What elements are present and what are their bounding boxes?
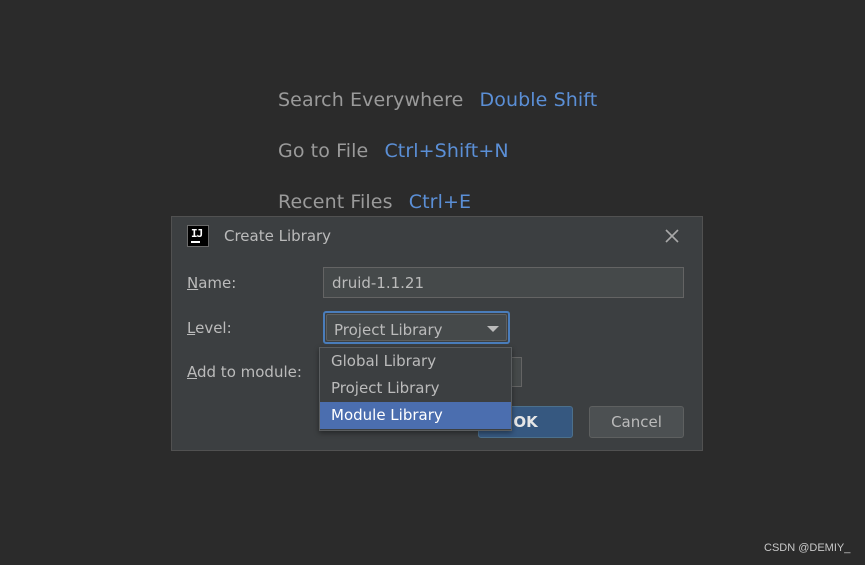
hint-go-to-file: Go to File Ctrl+Shift+N [278, 140, 509, 162]
hint-search-everywhere: Search Everywhere Double Shift [278, 89, 597, 111]
option-module-library[interactable]: Module Library [320, 402, 511, 429]
module-label-text: dd to module: [197, 363, 302, 381]
cancel-button[interactable]: Cancel [589, 406, 684, 438]
hint-recent-files: Recent Files Ctrl+E [278, 191, 471, 213]
close-icon [665, 229, 679, 243]
library-name-input[interactable] [323, 267, 684, 298]
name-mnemonic: N [187, 274, 199, 292]
level-selected-value: Project Library [334, 321, 443, 339]
name-label-text: ame: [198, 274, 237, 292]
option-project-library[interactable]: Project Library [320, 375, 511, 402]
hint-label: Go to File [278, 140, 369, 162]
option-global-library[interactable]: Global Library [320, 348, 511, 375]
app-icon-bar [191, 241, 200, 243]
level-label: Level: [187, 319, 232, 337]
app-icon-text: IJ [191, 227, 203, 240]
hint-shortcut: Ctrl+Shift+N [384, 140, 509, 162]
hint-label: Search Everywhere [278, 89, 464, 111]
level-label-text: evel: [195, 319, 232, 337]
hint-shortcut: Double Shift [479, 89, 598, 111]
level-dropdown-list: Global Library Project Library Module Li… [319, 347, 512, 431]
level-mnemonic: L [187, 319, 196, 337]
hint-label: Recent Files [278, 191, 393, 213]
intellij-app-icon: IJ [187, 225, 209, 247]
dialog-title: Create Library [224, 227, 332, 245]
module-mnemonic: A [187, 363, 197, 381]
dialog-titlebar[interactable]: IJ Create Library [172, 217, 702, 255]
name-label: Name: [187, 274, 236, 292]
chevron-down-icon [487, 326, 499, 332]
level-select[interactable]: Project Library [323, 311, 510, 344]
level-select-box: Project Library [326, 314, 507, 341]
watermark: CSDN @DEMIY_ [764, 542, 851, 554]
close-button[interactable] [661, 225, 683, 247]
add-to-module-label: Add to module: [187, 363, 302, 381]
hint-shortcut: Ctrl+E [408, 191, 472, 213]
